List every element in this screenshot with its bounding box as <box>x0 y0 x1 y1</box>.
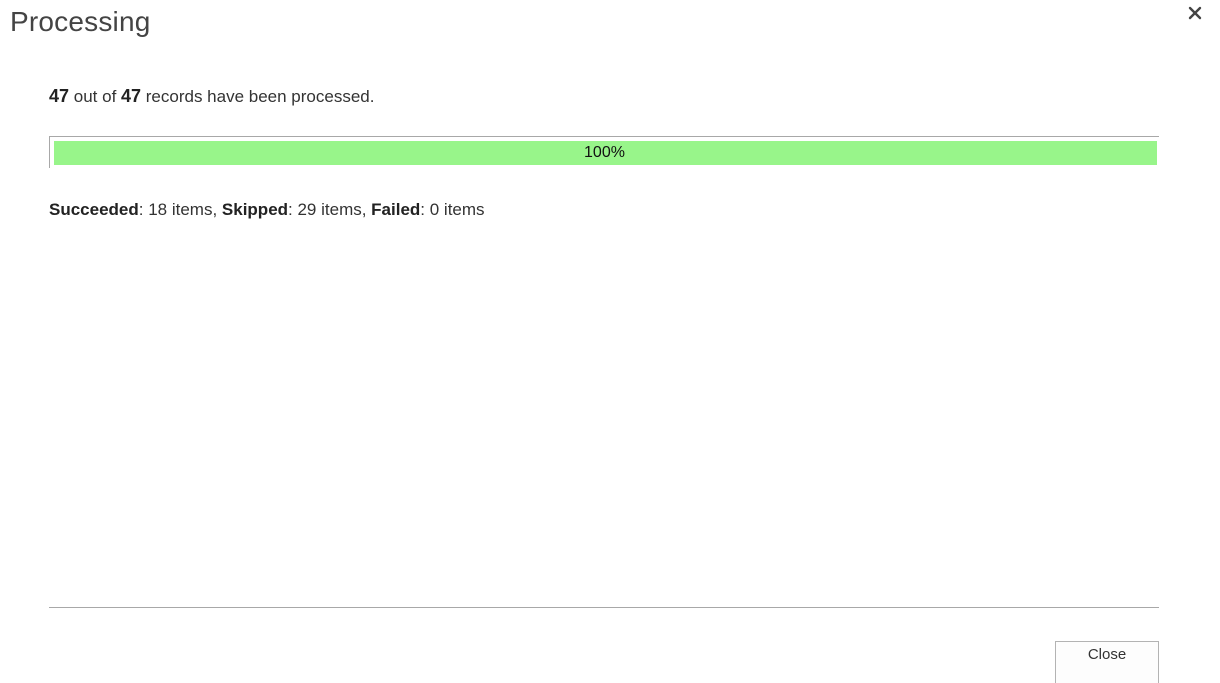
succeeded-label: Succeeded <box>49 200 139 219</box>
close-icon[interactable] <box>1182 0 1208 26</box>
failed-value: : 0 items <box>420 200 485 219</box>
succeeded-value: : 18 items, <box>138 200 222 219</box>
processed-summary: 47 out of 47 records have been processed… <box>49 86 374 107</box>
processing-dialog: Processing 47 out of 47 records have bee… <box>0 0 1220 683</box>
skipped-label: Skipped <box>221 200 289 219</box>
dialog-title: Processing <box>10 6 151 37</box>
summary-suffix: records have been processed. <box>141 87 375 106</box>
total-count: 47 <box>121 86 142 106</box>
results-summary: Succeeded: 18 items, Skipped: 29 items, … <box>49 200 485 220</box>
processed-count: 47 <box>49 86 70 106</box>
skipped-value: : 29 items, <box>288 200 372 219</box>
failed-label: Failed <box>371 200 421 219</box>
footer-divider <box>49 607 1159 608</box>
out-of-text: out of <box>69 87 122 106</box>
progress-bar: 100% <box>49 136 1159 168</box>
close-button[interactable]: Close <box>1055 641 1159 683</box>
progress-label: 100% <box>584 144 625 161</box>
